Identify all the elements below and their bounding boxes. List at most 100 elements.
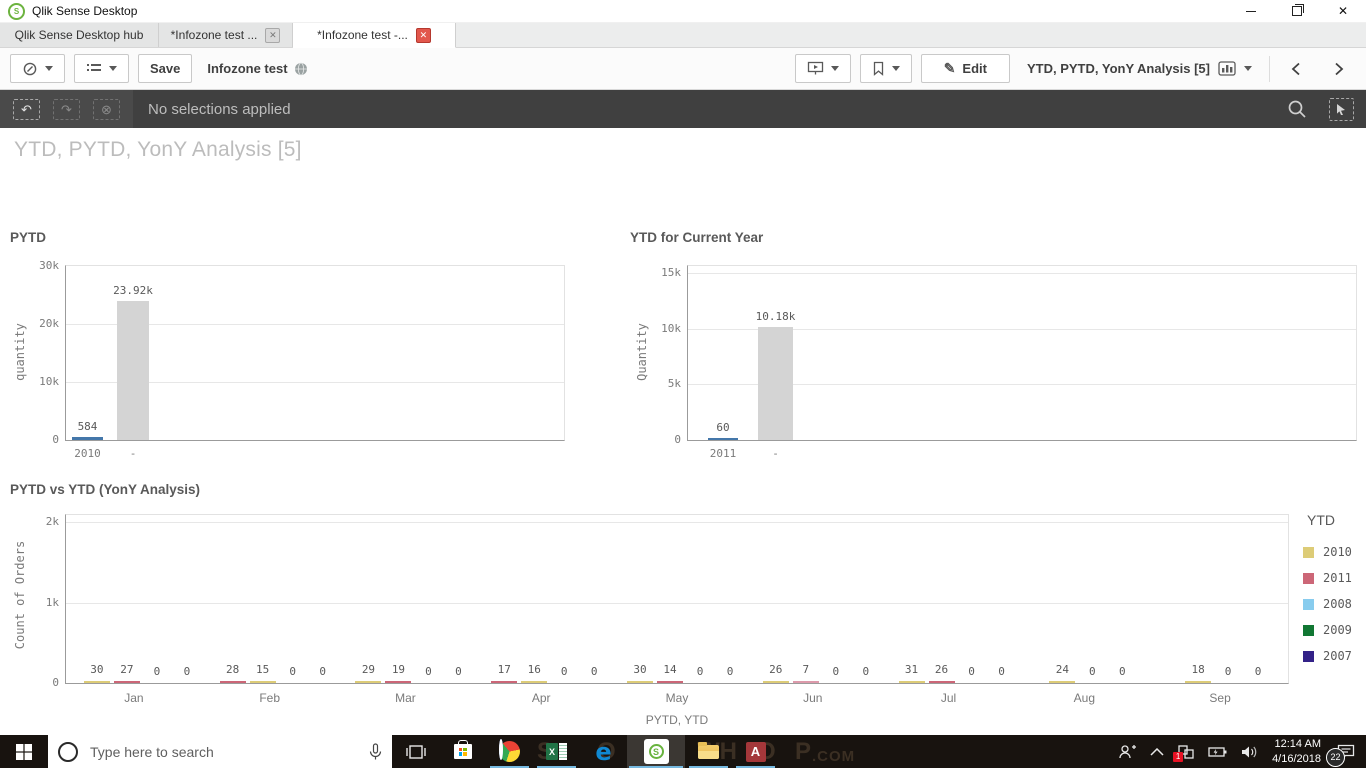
step-back-icon[interactable]: ↶ xyxy=(13,98,40,120)
bar-2011[interactable] xyxy=(708,438,738,440)
x-axis-month: May xyxy=(665,691,689,705)
bar-Feb[interactable] xyxy=(249,681,276,683)
tab-infozone-2-active[interactable]: *Infozone test -... ✕ xyxy=(293,23,456,48)
bar-Jan[interactable] xyxy=(83,681,110,683)
sheet-title: YTD, PYTD, YonY Analysis [5] xyxy=(1026,61,1210,76)
legend-item-2010[interactable]: 2010 xyxy=(1303,539,1352,565)
microsoft-logo xyxy=(458,747,467,756)
x-axis-tick: - xyxy=(129,447,137,460)
task-view-button[interactable] xyxy=(392,735,439,768)
chart-yony-plot: 0 1k 2k 30 27 0 0 Jan 28 15 0 0 Feb 29 19 0 0 Mar 17 16 0 0 Ap… xyxy=(46,514,1289,727)
battery-icon[interactable] xyxy=(1208,746,1228,758)
legend-item-2009[interactable]: 2009 xyxy=(1303,617,1352,643)
bar--[interactable] xyxy=(758,327,793,440)
volume-icon[interactable] xyxy=(1241,745,1259,759)
legend-swatch xyxy=(1303,546,1314,558)
app-objects-button[interactable] xyxy=(74,54,129,83)
taskbar-search[interactable] xyxy=(48,735,392,768)
bar-Feb[interactable] xyxy=(219,681,246,683)
bar-value-label: 15 xyxy=(256,663,270,676)
navigation-menu-button[interactable] xyxy=(10,54,65,83)
previous-sheet-button[interactable] xyxy=(1279,54,1313,83)
start-button[interactable] xyxy=(0,735,48,768)
close-button[interactable]: ✕ xyxy=(1320,0,1366,22)
sheet-selector[interactable]: YTD, PYTD, YonY Analysis [5] xyxy=(1019,61,1260,76)
edit-button[interactable]: ✎ Edit xyxy=(920,54,1010,83)
bar-value-label: 31 xyxy=(904,663,919,676)
x-axis-month: Jun xyxy=(803,691,823,705)
minimize-button[interactable] xyxy=(1228,0,1274,22)
y-axis-tick: 20k xyxy=(39,317,59,330)
people-icon[interactable] xyxy=(1117,744,1137,760)
qlik-sense-button-active[interactable]: S xyxy=(627,735,685,768)
bar-Apr[interactable] xyxy=(521,681,548,683)
page-title: YTD, PYTD, YonY Analysis [5] xyxy=(14,138,302,161)
bar-May[interactable] xyxy=(627,681,653,683)
bar-value-label: 30 xyxy=(90,663,104,676)
pencil-icon: ✎ xyxy=(943,60,956,76)
next-sheet-button[interactable] xyxy=(1322,54,1356,83)
tab-close-icon[interactable]: ✕ xyxy=(415,27,431,43)
bar-2010[interactable] xyxy=(72,437,103,440)
file-explorer-button[interactable] xyxy=(685,735,732,768)
edit-label: Edit xyxy=(962,61,987,76)
x-axis-month: Feb xyxy=(259,691,280,705)
tab-infozone-1[interactable]: *Infozone test ... ✕ xyxy=(159,23,293,47)
microphone-icon[interactable] xyxy=(369,742,382,761)
microsoft-store-button[interactable] xyxy=(439,735,486,768)
update-notification[interactable]: 1 xyxy=(1173,744,1195,762)
legend-item-2008[interactable]: 2008 xyxy=(1303,591,1352,617)
bar-Mar[interactable] xyxy=(385,681,412,683)
selections-status: No selections applied xyxy=(148,100,291,118)
bar-Jun[interactable] xyxy=(792,681,819,683)
y-axis-tick: 2k xyxy=(45,515,59,528)
clock[interactable]: 12:14 AM 4/16/2018 xyxy=(1272,737,1321,766)
app-name-label: Infozone test xyxy=(207,61,288,76)
app-name: Infozone test xyxy=(207,61,307,76)
bar-Jul[interactable] xyxy=(898,681,925,683)
bar-value-label: 60 xyxy=(716,421,730,434)
bar-Sep[interactable] xyxy=(1185,681,1212,683)
storytelling-button[interactable] xyxy=(794,54,851,83)
notification-badge: 1 xyxy=(1173,751,1184,762)
x-axis-month: Jan xyxy=(124,691,144,705)
restore-button[interactable] xyxy=(1274,0,1320,22)
edge-icon: e xyxy=(595,737,612,766)
tab-close-icon[interactable]: ✕ xyxy=(265,27,281,43)
search-icon[interactable] xyxy=(1287,99,1307,119)
bar-May[interactable] xyxy=(657,681,683,683)
y-axis-tick: 5k xyxy=(667,377,681,391)
edge-button[interactable]: e xyxy=(580,735,627,768)
windows-taskbar: S O P WH O P .COM xyxy=(0,735,1366,768)
chrome-button[interactable] xyxy=(486,735,533,768)
excel-button[interactable]: X xyxy=(533,735,580,768)
show-hidden-icons-chevron[interactable] xyxy=(1150,747,1164,756)
chart-yony-title: PYTD vs YTD (YonY Analysis) xyxy=(10,482,201,497)
clear-selections-icon[interactable]: ⊗ xyxy=(93,98,120,120)
bar-Jun[interactable] xyxy=(762,681,789,683)
action-center-button[interactable]: 22 xyxy=(1326,740,1358,767)
excel-icon: X xyxy=(546,743,567,760)
bar-Mar[interactable] xyxy=(355,681,382,683)
bar-Apr[interactable] xyxy=(491,681,518,683)
bar-Jul[interactable] xyxy=(928,681,955,683)
search-input[interactable] xyxy=(88,742,359,761)
selections-tool-icon[interactable] xyxy=(1329,97,1354,121)
access-button[interactable]: A xyxy=(732,735,779,768)
chevron-left-icon xyxy=(1291,62,1300,75)
step-forward-icon[interactable]: ↷ xyxy=(53,98,80,120)
save-button[interactable]: Save xyxy=(138,54,193,83)
legend-label: 2008 xyxy=(1323,597,1352,611)
legend-item-2007[interactable]: 2007 xyxy=(1303,643,1352,669)
bar-Aug[interactable] xyxy=(1049,681,1076,683)
bar-chart-icon xyxy=(1218,61,1236,76)
chart-ytd-plot: 0 5k 10k 15k 60 2011 10.18k - xyxy=(661,265,1357,460)
bar-value-label: 7 xyxy=(802,663,810,676)
legend-item-2011[interactable]: 2011 xyxy=(1303,565,1352,591)
tab-hub[interactable]: Qlik Sense Desktop hub xyxy=(0,23,159,47)
globe-icon xyxy=(294,62,307,75)
action-center-badge: 22 xyxy=(1326,747,1345,767)
bookmarks-button[interactable] xyxy=(859,54,912,83)
bar--[interactable] xyxy=(117,301,149,440)
bar-Jan[interactable] xyxy=(113,681,140,683)
